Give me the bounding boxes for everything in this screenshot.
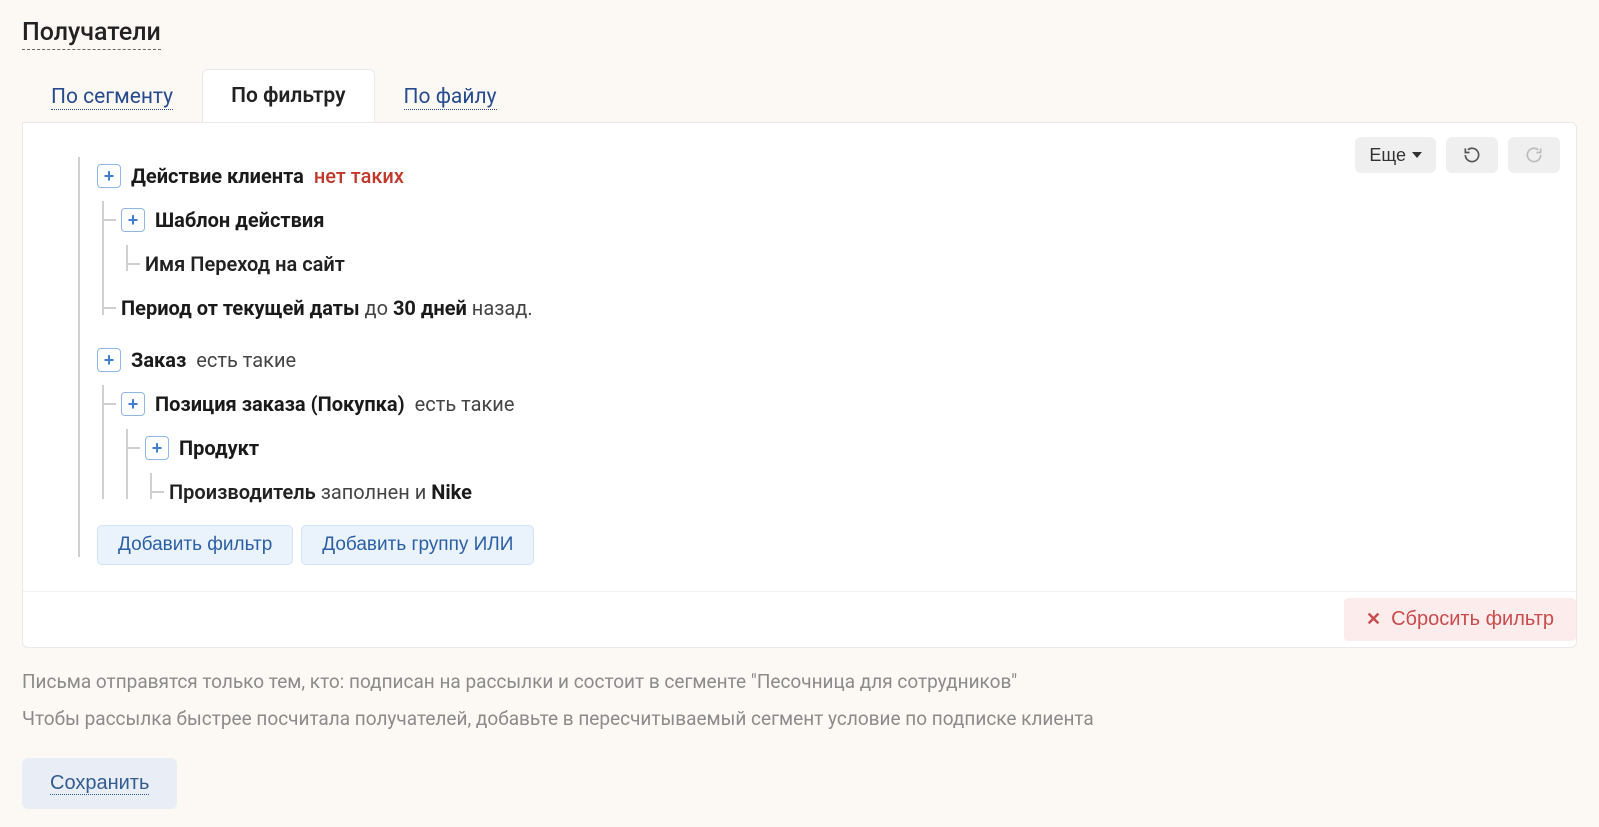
node-action-template: + Шаблон действия Имя Переход на сайт	[121, 201, 1550, 283]
order-qualifier: есть такие	[196, 345, 296, 375]
period-to: до	[365, 296, 388, 320]
close-icon: ✕	[1366, 609, 1381, 630]
expand-product[interactable]: +	[145, 436, 169, 460]
save-label: Сохранить	[50, 772, 149, 795]
node-manufacturer: Производитель заполнен и Nike	[169, 473, 1550, 511]
client-action-qualifier: нет таких	[314, 161, 404, 191]
line-item-qualifier: есть такие	[415, 389, 515, 419]
tab-segment[interactable]: По сегменту	[22, 70, 202, 123]
node-order: + Заказ есть такие + Позиция заказа (Пок…	[73, 341, 1550, 511]
action-name-value: Переход на сайт	[190, 252, 345, 276]
tree-actions: Добавить фильтр Добавить группу ИЛИ	[97, 521, 1550, 569]
expand-action-template[interactable]: +	[121, 208, 145, 232]
tab-filter-label: По фильтру	[231, 84, 345, 108]
action-name-label: Имя	[145, 252, 185, 276]
expand-client-action[interactable]: +	[97, 164, 121, 188]
panel-footer: ✕ Сбросить фильтр	[23, 591, 1576, 647]
action-template-title: Шаблон действия	[155, 205, 324, 235]
line-item-title: Позиция заказа (Покупка)	[155, 389, 405, 419]
period-days: 30 дней	[393, 296, 467, 320]
node-line-item: + Позиция заказа (Покупка) есть такие + …	[121, 385, 1550, 511]
node-client-action: + Действие клиента нет таких + Шаблон де…	[73, 157, 1550, 327]
manufacturer-value: Nike	[431, 480, 472, 504]
manufacturer-label: Производитель	[169, 480, 316, 504]
filter-tree: + Действие клиента нет таких + Шаблон де…	[23, 123, 1576, 591]
node-period: Период от текущей даты до 30 дней назад.	[121, 289, 1550, 327]
period-suffix: назад.	[472, 296, 533, 320]
hint-line-1: Письма отправятся только тем, кто: подпи…	[22, 670, 1577, 693]
expand-line-item[interactable]: +	[121, 392, 145, 416]
hint-line-2: Чтобы рассылка быстрее посчитала получат…	[22, 707, 1577, 730]
reset-filter-button[interactable]: ✕ Сбросить фильтр	[1344, 598, 1576, 641]
product-title: Продукт	[179, 433, 259, 463]
add-or-group-button[interactable]: Добавить группу ИЛИ	[301, 525, 534, 565]
node-product: + Продукт Производитель заполнен и Nike	[145, 429, 1550, 511]
add-filter-button[interactable]: Добавить фильтр	[97, 525, 293, 565]
reset-filter-label: Сбросить фильтр	[1391, 608, 1554, 631]
filter-panel: Еще + Действие клиента нет таких	[22, 122, 1577, 648]
expand-order[interactable]: +	[97, 348, 121, 372]
tab-file-label: По файлу	[404, 85, 497, 110]
period-prefix: Период от текущей даты	[121, 296, 360, 320]
tab-filter[interactable]: По фильтру	[202, 69, 374, 123]
tab-segment-label: По сегменту	[51, 85, 173, 110]
client-action-title: Действие клиента	[131, 161, 304, 191]
order-title: Заказ	[131, 345, 186, 375]
tab-file[interactable]: По файлу	[375, 70, 526, 123]
tabs: По сегменту По фильтру По файлу	[22, 68, 1577, 122]
page-title: Получатели	[22, 18, 161, 50]
save-button[interactable]: Сохранить	[22, 758, 177, 809]
manufacturer-cond: заполнен и	[321, 480, 427, 504]
node-action-name: Имя Переход на сайт	[145, 245, 1550, 283]
